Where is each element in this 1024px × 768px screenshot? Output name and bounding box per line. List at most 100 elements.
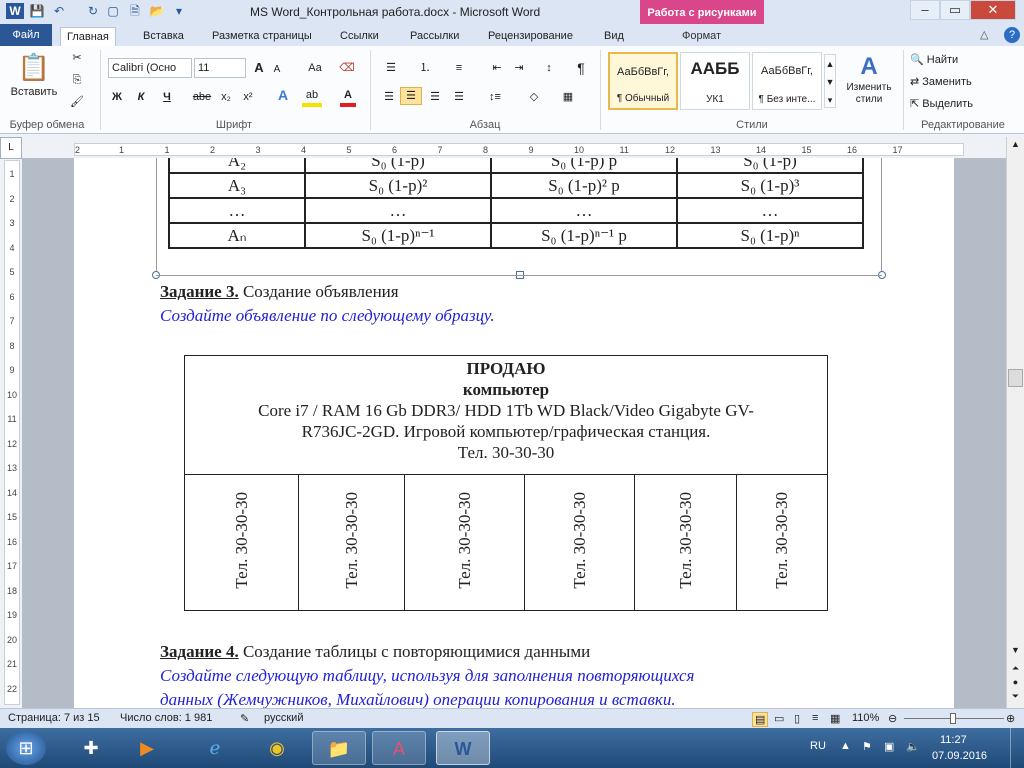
- shading-icon[interactable]: ◇: [524, 89, 544, 105]
- superscript-button[interactable]: x²: [240, 89, 256, 105]
- replace-button[interactable]: ⇄ Заменить: [910, 74, 972, 90]
- network-icon[interactable]: ▣: [884, 740, 894, 753]
- tab-file[interactable]: Файл: [0, 24, 52, 46]
- format-painter-icon[interactable]: 🖌: [68, 94, 86, 110]
- vertical-ruler[interactable]: 1 2 3 4 5 6 7 8 9 10 11 12 13 14 15 16 17 18 19 20 21 22: [4, 160, 20, 705]
- tab-references[interactable]: Ссылки: [334, 27, 385, 46]
- borders-icon[interactable]: ▦: [558, 89, 578, 105]
- zoom-out-icon[interactable]: ⊖: [888, 712, 897, 725]
- page[interactable]: A₂ S₀ (1-p) S₀ (1-p) p S₀ (1-p) A₃ S₀ (1-p)²…: [74, 158, 954, 708]
- select-button[interactable]: ⇱ Выделить: [910, 96, 973, 112]
- customize-toolbar-icon[interactable]: ▾: [170, 3, 188, 19]
- tab-format[interactable]: Формат: [676, 27, 727, 46]
- explorer-icon[interactable]: 📁: [312, 731, 366, 765]
- tab-mailings[interactable]: Рассылки: [404, 27, 465, 46]
- full-screen-icon[interactable]: ▭: [774, 712, 784, 725]
- clock-date[interactable]: 07.09.2016: [932, 750, 987, 762]
- text-effects-icon[interactable]: A: [274, 87, 292, 103]
- browse-object-icon[interactable]: ●: [1008, 677, 1023, 691]
- tab-page-layout[interactable]: Разметка страницы: [206, 27, 318, 46]
- font-size-box[interactable]: 11: [194, 58, 246, 78]
- scroll-up-icon[interactable]: ▲: [1008, 139, 1023, 153]
- scroll-down-icon[interactable]: ▼: [1008, 645, 1023, 659]
- cut-icon[interactable]: ✂: [68, 50, 86, 66]
- font-color-icon[interactable]: A: [340, 87, 356, 107]
- collapse-ribbon-icon[interactable]: △: [980, 28, 988, 41]
- font-name-box[interactable]: Calibri (Осно: [108, 58, 192, 78]
- redo-icon[interactable]: ↻: [84, 3, 102, 19]
- align-right-icon[interactable]: ☰: [426, 89, 444, 105]
- outline-icon[interactable]: ≡: [812, 712, 818, 724]
- line-spacing-icon[interactable]: ↕≡: [484, 89, 506, 105]
- flag-icon[interactable]: ⚑: [862, 740, 872, 753]
- word-count[interactable]: Число слов: 1 981: [120, 712, 212, 724]
- previous-page-icon[interactable]: ⏶: [1008, 663, 1023, 677]
- word-icon[interactable]: W: [6, 3, 24, 19]
- access-icon[interactable]: A: [372, 731, 426, 765]
- style-normal[interactable]: АаБбВвГг, ¶ Обычный: [608, 52, 678, 110]
- scroll-thumb[interactable]: [1008, 369, 1023, 387]
- zoom-level[interactable]: 110%: [852, 712, 879, 724]
- help-icon[interactable]: ?: [1004, 27, 1020, 43]
- copy-icon[interactable]: ⎘: [68, 72, 86, 88]
- underline-button[interactable]: Ч: [160, 89, 174, 105]
- maximize-button[interactable]: ▭: [940, 0, 970, 20]
- numbering-icon[interactable]: ⒈: [414, 60, 436, 76]
- show-formatting-button[interactable]: ¶: [574, 60, 588, 76]
- strikethrough-button[interactable]: abe: [192, 89, 212, 105]
- subscript-button[interactable]: x₂: [218, 89, 234, 105]
- paste-button[interactable]: 📋 Вставить: [10, 50, 58, 110]
- style-no-spacing[interactable]: АаБбВвГг, ¶ Без инте...: [752, 52, 822, 110]
- word-taskbar-icon[interactable]: W: [436, 731, 490, 765]
- media-player-icon[interactable]: ▶: [120, 731, 174, 765]
- styles-scroll-icon[interactable]: ▲ ▼ ▾: [824, 54, 836, 108]
- multilevel-list-icon[interactable]: ≡: [448, 60, 470, 76]
- tab-view[interactable]: Вид: [598, 27, 630, 46]
- keyboard-language[interactable]: RU: [810, 740, 826, 752]
- find-button[interactable]: 🔍 Найти: [910, 52, 958, 68]
- show-desktop-button[interactable]: [1010, 728, 1024, 768]
- bold-button[interactable]: Ж: [110, 89, 124, 105]
- italic-button[interactable]: К: [134, 89, 148, 105]
- clear-formatting-icon[interactable]: ⌫: [338, 60, 356, 76]
- bullets-icon[interactable]: ☰: [380, 60, 402, 76]
- chrome-icon[interactable]: ◉: [250, 731, 304, 765]
- decrease-indent-icon[interactable]: ⇤: [488, 60, 506, 76]
- tab-insert[interactable]: Вставка: [137, 27, 190, 46]
- highlight-icon[interactable]: ab: [302, 87, 322, 107]
- close-button[interactable]: ✕: [970, 0, 1016, 20]
- minimize-button[interactable]: –: [910, 0, 940, 20]
- new-document-icon[interactable]: ▢: [104, 3, 122, 19]
- justify-icon[interactable]: ☰: [450, 89, 468, 105]
- horizontal-ruler[interactable]: 2 1 1 2 3 4 5 6 7 8 9 10 11 12 13 14 15 16 17: [74, 143, 964, 156]
- start-button-icon[interactable]: ⊞: [6, 731, 46, 765]
- language-indicator[interactable]: русский: [264, 712, 303, 724]
- increase-indent-icon[interactable]: ⇥: [510, 60, 528, 76]
- save-icon[interactable]: 💾: [28, 3, 46, 19]
- align-center-icon[interactable]: ☰: [400, 87, 422, 105]
- print-preview-icon[interactable]: 🗎: [126, 3, 144, 19]
- grow-font-button[interactable]: A: [252, 60, 266, 76]
- tab-selector[interactable]: L: [0, 137, 22, 159]
- print-layout-icon[interactable]: ▤: [752, 712, 769, 727]
- tab-home[interactable]: Главная: [60, 27, 116, 46]
- show-hidden-icons[interactable]: ▲: [840, 740, 851, 752]
- next-page-icon[interactable]: ⏷: [1008, 691, 1023, 705]
- undo-icon[interactable]: ↶: [50, 3, 68, 19]
- puzzle-app-icon[interactable]: ✚: [64, 731, 118, 765]
- zoom-in-icon[interactable]: ⊕: [1006, 712, 1015, 725]
- align-left-icon[interactable]: ☰: [380, 89, 398, 105]
- vertical-scrollbar[interactable]: ▲ ▼ ⏶ ● ⏷: [1006, 137, 1024, 708]
- clock-time[interactable]: 11:27: [940, 734, 967, 746]
- zoom-slider-thumb[interactable]: [950, 713, 956, 724]
- draft-icon[interactable]: ▦: [830, 712, 840, 725]
- proofing-icon[interactable]: ✎: [240, 712, 249, 725]
- tab-review[interactable]: Рецензирование: [482, 27, 579, 46]
- web-layout-icon[interactable]: ▯: [794, 712, 800, 725]
- open-folder-icon[interactable]: 📂: [148, 3, 166, 19]
- sort-icon[interactable]: ↕: [540, 60, 558, 76]
- change-case-button[interactable]: Aa: [304, 60, 326, 76]
- shrink-font-button[interactable]: A: [270, 62, 284, 78]
- internet-explorer-icon[interactable]: ℯ: [188, 731, 242, 765]
- volume-icon[interactable]: 🔈: [906, 740, 920, 753]
